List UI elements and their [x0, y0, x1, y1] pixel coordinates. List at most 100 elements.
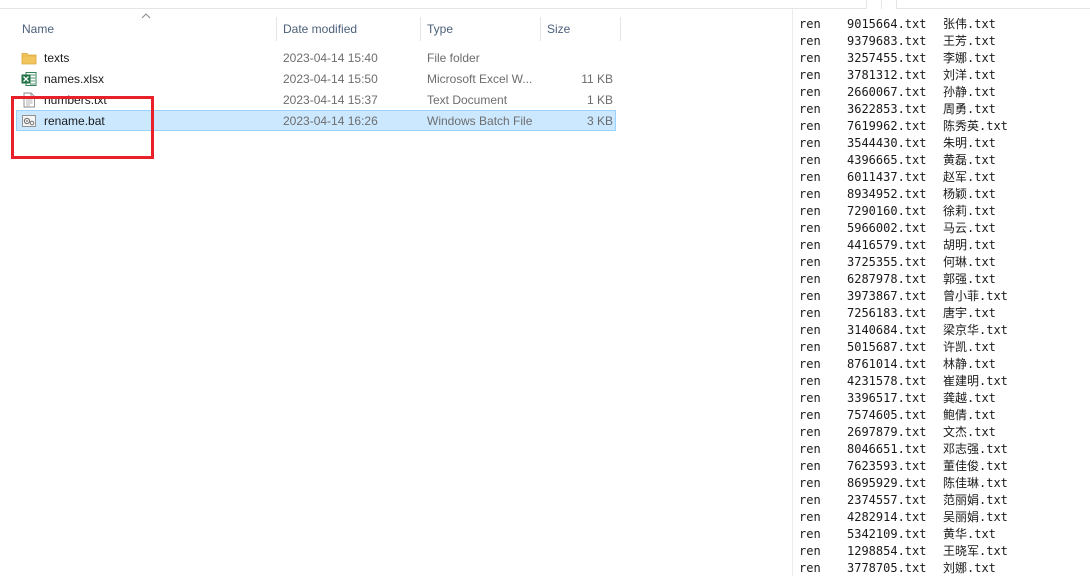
code-command: ren [799, 204, 821, 218]
code-source-filename: 4231578.txt [847, 374, 927, 388]
code-target-filename: 龚越.txt [943, 391, 996, 405]
code-command: ren [799, 459, 821, 473]
code-command: ren [799, 17, 821, 31]
code-target-filename: 徐莉.txt [943, 204, 996, 218]
file-name: names.xlsx [44, 72, 105, 86]
code-command: ren [799, 527, 821, 541]
code-command: ren [799, 544, 821, 558]
code-source-filename: 8695929.txt [847, 476, 927, 490]
code-target-filename: 李娜.txt [943, 51, 996, 65]
column-header-type[interactable]: Type [427, 17, 453, 41]
column-header-date-modified[interactable]: Date modified [283, 17, 357, 41]
code-source-filename: 5015687.txt [847, 340, 927, 354]
code-command: ren [799, 323, 821, 337]
code-source-filename: 5342109.txt [847, 527, 927, 541]
code-target-filename: 胡明.txt [943, 238, 996, 252]
code-command: ren [799, 34, 821, 48]
code-target-filename: 吴丽娟.txt [943, 510, 1008, 524]
code-source-filename: 4282914.txt [847, 510, 927, 524]
code-source-filename: 3544430.txt [847, 136, 927, 150]
code-target-filename: 刘娜.txt [943, 561, 996, 575]
file-type: Windows Batch File [427, 114, 533, 128]
code-target-filename: 陈秀英.txt [943, 119, 1008, 133]
code-source-filename: 1298854.txt [847, 544, 927, 558]
code-source-filename: 5966002.txt [847, 221, 927, 235]
code-target-filename: 曾小菲.txt [943, 289, 1008, 303]
sort-ascending-icon [141, 13, 151, 19]
file-type: Text Document [427, 93, 508, 107]
file-type: Microsoft Excel W... [427, 72, 533, 86]
code-command: ren [799, 493, 821, 507]
code-source-filename: 7256183.txt [847, 306, 927, 320]
file-date-modified: 2023-04-14 15:40 [283, 51, 378, 65]
column-header-size[interactable]: Size [547, 17, 570, 41]
code-command: ren [799, 238, 821, 252]
column-divider[interactable] [620, 17, 621, 41]
file-row-names-xlsx[interactable]: names.xlsx 2023-04-14 15:50 Microsoft Ex… [16, 68, 616, 89]
code-source-filename: 3725355.txt [847, 255, 927, 269]
code-source-filename: 8761014.txt [847, 357, 927, 371]
code-target-filename: 崔建明.txt [943, 374, 1008, 388]
file-explorer-pane: Name Date modified Type Size texts 2023-… [0, 0, 1090, 576]
code-command: ren [799, 68, 821, 82]
top-border-notch [881, 0, 882, 9]
text-file-icon [23, 92, 35, 108]
code-command: ren [799, 408, 821, 422]
file-row-numbers-txt[interactable]: numbers.txt 2023-04-14 15:37 Text Docume… [16, 89, 616, 110]
code-target-filename: 黄磊.txt [943, 153, 996, 167]
code-target-filename: 梁京华.txt [943, 323, 1008, 337]
column-divider[interactable] [420, 17, 421, 41]
code-target-filename: 鲍倩.txt [943, 408, 996, 422]
code-command: ren [799, 119, 821, 133]
file-date-modified: 2023-04-14 15:50 [283, 72, 378, 86]
code-source-filename: 3778705.txt [847, 561, 927, 575]
code-source-filename: 3622853.txt [847, 102, 927, 116]
code-command: ren [799, 391, 821, 405]
code-source-filename: 2660067.txt [847, 85, 927, 99]
code-command: ren [799, 170, 821, 184]
code-source-filename: 3140684.txt [847, 323, 927, 337]
batch-script-editor[interactable]: ren 9015664.txt 张伟.txt ren 9379683.txt 王芳.txt… [793, 9, 1090, 576]
code-command: ren [799, 255, 821, 269]
top-border [0, 8, 866, 9]
batch-file-icon [22, 115, 36, 127]
code-target-filename: 张伟.txt [943, 17, 996, 31]
code-source-filename: 3973867.txt [847, 289, 927, 303]
column-header-name[interactable]: Name [22, 17, 54, 41]
column-divider[interactable] [276, 17, 277, 41]
code-command: ren [799, 85, 821, 99]
code-target-filename: 文杰.txt [943, 425, 996, 439]
code-target-filename: 唐宇.txt [943, 306, 996, 320]
code-target-filename: 何琳.txt [943, 255, 996, 269]
code-target-filename: 孙静.txt [943, 85, 996, 99]
file-size: 11 KB [581, 72, 613, 86]
code-target-filename: 王晓军.txt [943, 544, 1008, 558]
code-source-filename: 4396665.txt [847, 153, 927, 167]
code-command: ren [799, 476, 821, 490]
code-command: ren [799, 272, 821, 286]
code-command: ren [799, 306, 821, 320]
code-source-filename: 3257455.txt [847, 51, 927, 65]
code-command: ren [799, 561, 821, 575]
code-source-filename: 6287978.txt [847, 272, 927, 286]
file-name: rename.bat [44, 114, 105, 128]
file-row-texts[interactable]: texts 2023-04-14 15:40 File folder [16, 47, 616, 68]
code-source-filename: 8934952.txt [847, 187, 927, 201]
column-divider[interactable] [540, 17, 541, 41]
code-target-filename: 王芳.txt [943, 34, 996, 48]
file-row-rename-bat[interactable]: rename.bat 2023-04-14 16:26 Windows Batc… [16, 110, 616, 131]
file-date-modified: 2023-04-14 16:26 [283, 114, 378, 128]
code-command: ren [799, 340, 821, 354]
code-command: ren [799, 289, 821, 303]
code-target-filename: 马云.txt [943, 221, 996, 235]
code-source-filename: 6011437.txt [847, 170, 927, 184]
file-size: 3 KB [586, 114, 613, 128]
file-date-modified: 2023-04-14 15:37 [283, 93, 378, 107]
code-target-filename: 杨颖.txt [943, 187, 996, 201]
code-source-filename: 7623593.txt [847, 459, 927, 473]
code-target-filename: 林静.txt [943, 357, 996, 371]
code-target-filename: 邓志强.txt [943, 442, 1008, 456]
file-name: numbers.txt [44, 93, 107, 107]
folder-icon [21, 53, 37, 65]
code-command: ren [799, 187, 821, 201]
